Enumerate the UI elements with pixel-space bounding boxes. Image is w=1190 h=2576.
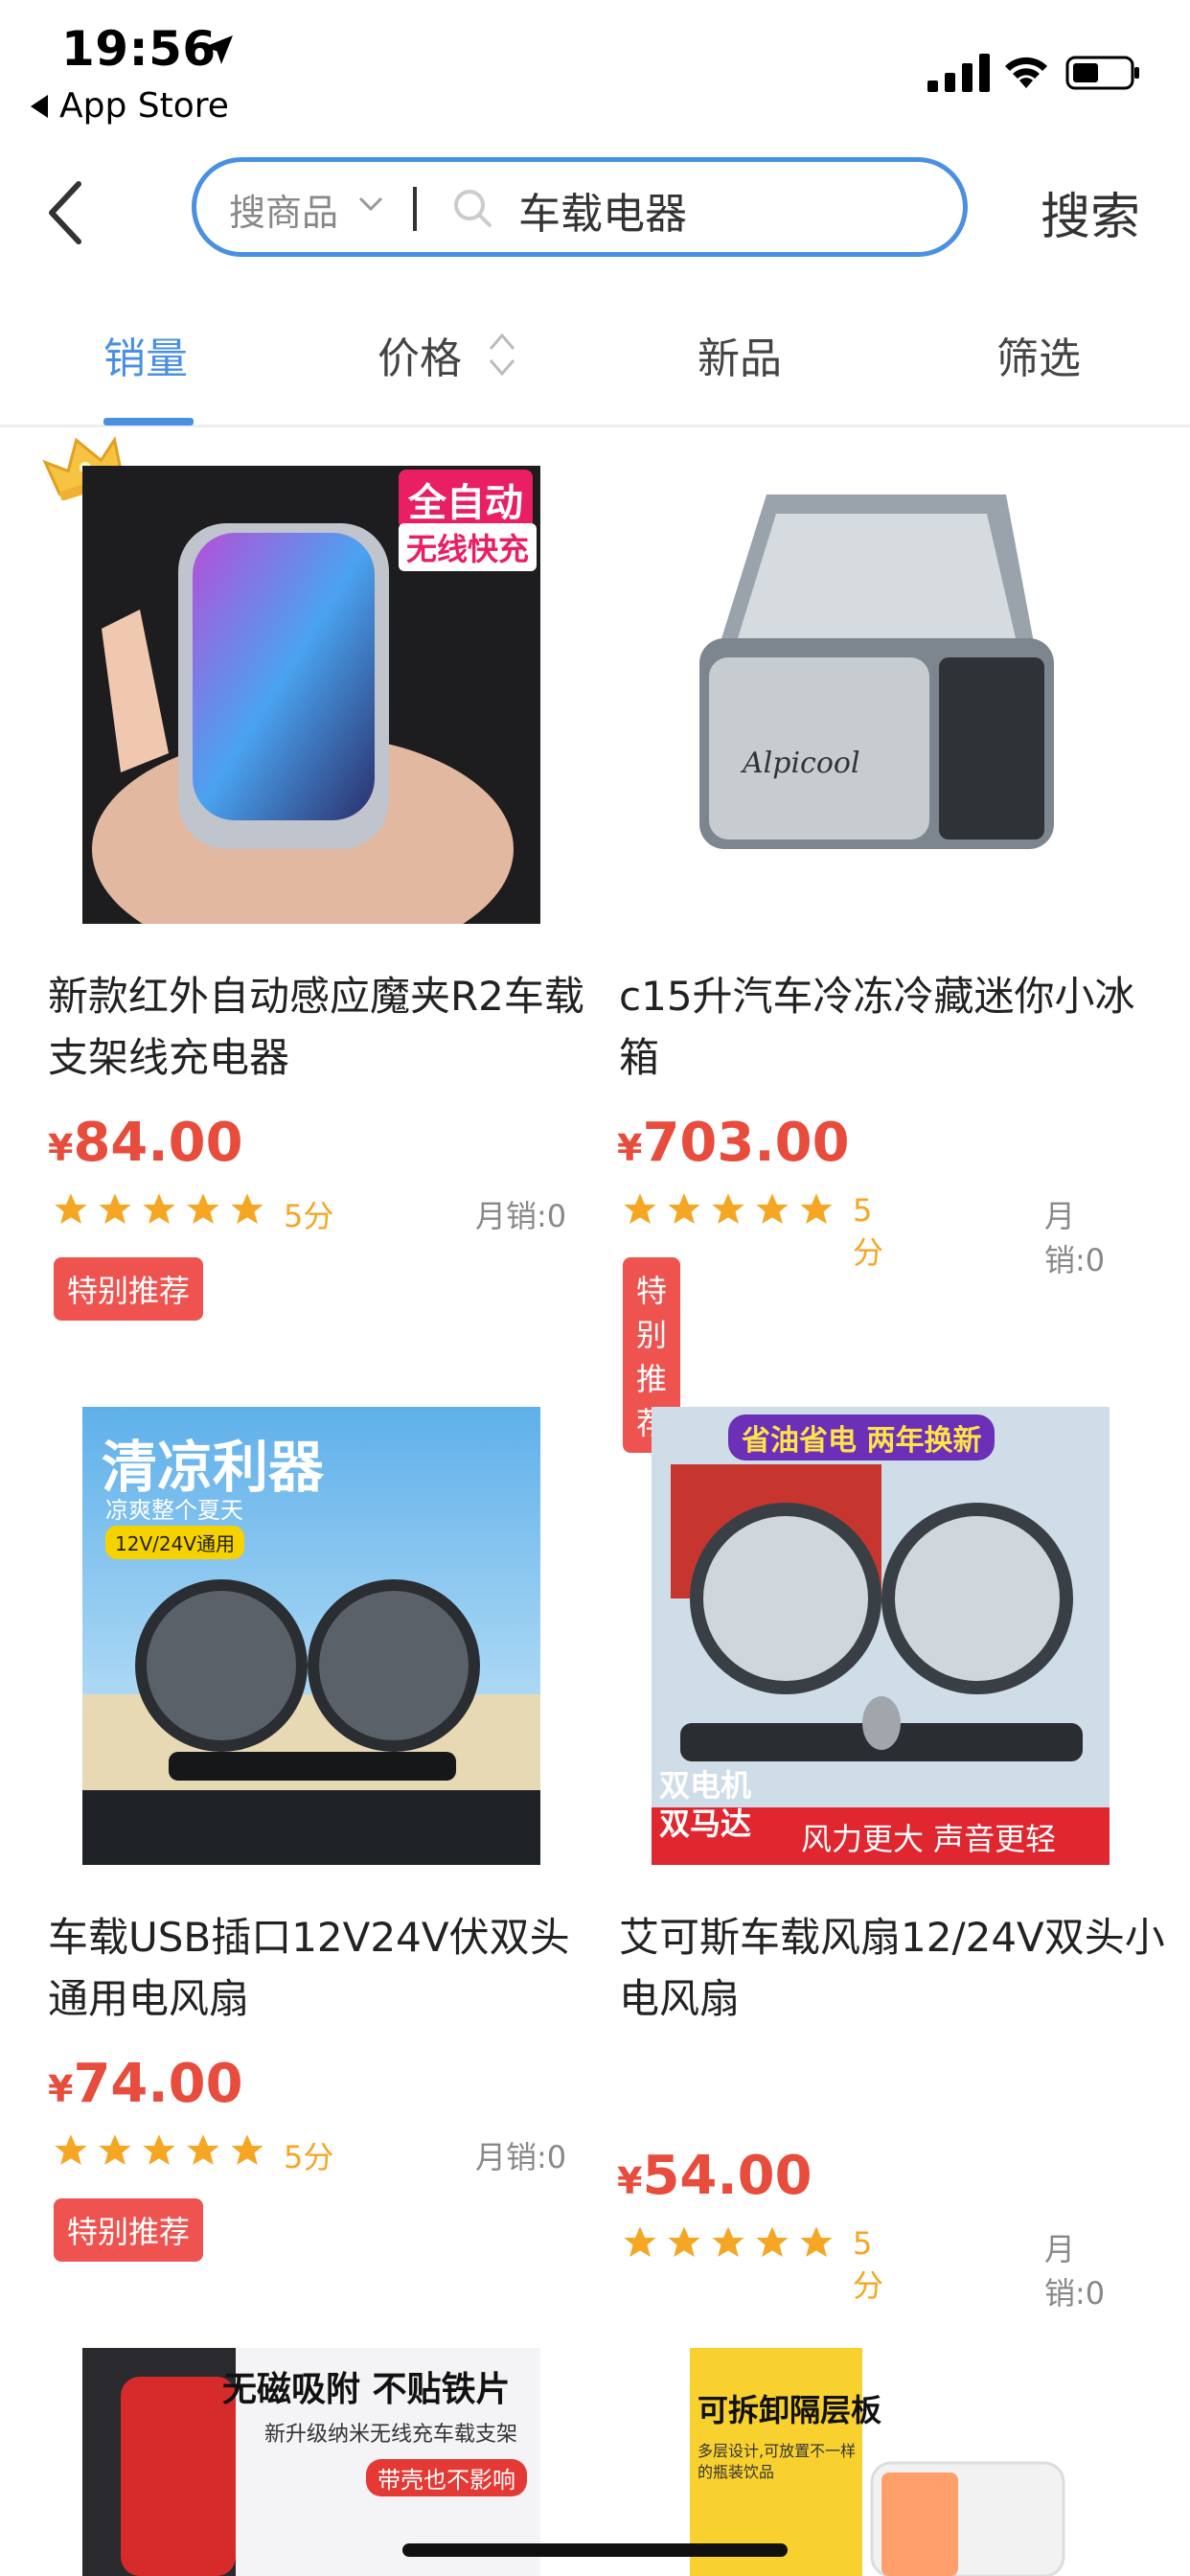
tab-filter[interactable]: 筛选 <box>996 324 1081 385</box>
wifi-icon <box>1005 57 1047 88</box>
tab-price[interactable]: 价格 <box>378 324 462 385</box>
sort-arrows-icon[interactable] <box>487 328 517 381</box>
star-icon <box>55 1193 87 1224</box>
star-icon <box>800 1193 833 1224</box>
search-box: 搜商品 车载电器 <box>192 157 968 257</box>
image-tag: 可拆卸隔层板 <box>698 2392 882 2428</box>
search-input[interactable]: 车载电器 <box>518 179 687 241</box>
status-bar: 19:56 App Store <box>0 0 1190 134</box>
star-icon <box>756 2226 789 2257</box>
product-title[interactable]: 车载USB插口12V24V伏双头通用电风扇 <box>48 1907 594 2030</box>
status-time: 19:56 <box>61 21 217 77</box>
star-icon <box>756 1193 789 1224</box>
star-icon <box>800 2226 833 2257</box>
monthly-sales: 月销:0 <box>1044 1198 1106 1278</box>
image-tag: 无线快充 <box>399 523 538 571</box>
search-header: 搜商品 车载电器 搜索 <box>0 144 1190 268</box>
star-icon <box>231 2134 263 2165</box>
product-price: ¥84.00 <box>48 1112 243 1174</box>
product-image[interactable]: 可拆卸隔层板 多层设计,可放置不一样 的瓶装饮品 <box>690 2348 1148 2576</box>
product-price: ¥74.00 <box>48 2053 243 2115</box>
star-icon <box>712 1193 744 1224</box>
recommend-badge: 特别推荐 <box>54 1257 204 1321</box>
star-icon <box>143 1193 175 1224</box>
search-icon <box>454 190 492 227</box>
product-price: ¥54.00 <box>617 2145 812 2207</box>
star-icon <box>624 2226 656 2257</box>
image-tag: 双马达 <box>659 1806 752 1842</box>
rating-score: 5分 <box>853 1192 884 1271</box>
rating-stars <box>52 2131 266 2170</box>
rating-score: 5分 <box>284 1198 334 1234</box>
back-app-label: App Store <box>59 86 229 126</box>
search-scope-label[interactable]: 搜商品 <box>229 183 338 236</box>
tab-new[interactable]: 新品 <box>698 324 782 385</box>
image-tag: 全自动 <box>399 470 533 529</box>
search-button[interactable]: 搜索 <box>1041 176 1140 248</box>
product-image[interactable]: Alpicool <box>652 466 1110 924</box>
image-tag: 多层设计,可放置不一样 <box>698 2442 857 2460</box>
home-indicator[interactable] <box>402 2543 788 2557</box>
rating-score: 5分 <box>284 2139 334 2175</box>
star-icon <box>624 1193 656 1224</box>
search-divider <box>413 187 417 231</box>
product-title[interactable]: c15升汽车冷冻冷藏迷你小冰箱 <box>619 966 1165 1089</box>
brand-text: Alpicool <box>740 747 860 780</box>
monthly-sales: 月销:0 <box>475 2139 567 2175</box>
star-icon <box>187 2134 219 2165</box>
product-title[interactable]: 艾可斯车载风扇12/24V双头小电风扇 <box>619 1907 1165 2030</box>
image-tag: 风力更大 声音更轻 <box>801 1821 1057 1857</box>
product-title[interactable]: 新款红外自动感应魔夹R2车载支架线充电器 <box>48 966 594 1089</box>
image-tag: 凉爽整个夏天 <box>105 1497 243 1524</box>
recommend-badge: 特别推荐 <box>54 2198 204 2262</box>
image-tag: 省油省电 两年换新 <box>728 1414 995 1460</box>
product-image[interactable]: 无磁吸附 不贴铁片 新升级纳米无线充车载支架 带壳也不影响 <box>82 2348 540 2576</box>
rating-stars <box>621 1190 835 1229</box>
rating-stars <box>621 2223 835 2262</box>
image-tag: 新升级纳米无线充车载支架 <box>264 2423 518 2447</box>
star-icon <box>99 1193 131 1224</box>
rating-stars <box>52 1190 266 1229</box>
image-tag: 的瓶装饮品 <box>698 2463 775 2481</box>
star-icon <box>668 1193 700 1224</box>
chevron-down-icon[interactable] <box>357 195 384 214</box>
product-image[interactable]: 清凉利器 凉爽整个夏天 12V/24V通用 <box>82 1407 540 1865</box>
active-tab-indicator <box>103 418 194 426</box>
back-chevron-icon[interactable] <box>38 174 96 251</box>
product-price: ¥703.00 <box>617 1112 850 1174</box>
back-triangle-icon <box>31 94 48 118</box>
star-icon <box>55 2134 87 2165</box>
monthly-sales: 月销:0 <box>1044 2231 1106 2312</box>
product-image[interactable]: 省油省电 两年换新 双电机 双马达 风力更大 声音更轻 <box>652 1407 1110 1865</box>
product-image[interactable]: 全自动 无线快充 <box>82 466 540 924</box>
sort-tabs: 销量 价格 新品 筛选 <box>0 288 1190 427</box>
cellular-signal-icon <box>927 54 990 92</box>
image-tag: 带壳也不影响 <box>366 2459 527 2496</box>
star-icon <box>712 2226 744 2257</box>
star-icon <box>143 2134 175 2165</box>
star-icon <box>99 2134 131 2165</box>
tab-sales[interactable]: 销量 <box>103 324 188 385</box>
star-icon <box>231 1193 263 1224</box>
star-icon <box>668 2226 700 2257</box>
battery-icon <box>1065 56 1139 90</box>
rating-score: 5分 <box>853 2225 884 2304</box>
image-tag: 12V/24V通用 <box>105 1526 244 1559</box>
image-tag: 无磁吸附 不贴铁片 <box>222 2370 511 2409</box>
star-icon <box>187 1193 219 1224</box>
location-arrow-icon <box>204 35 233 64</box>
monthly-sales: 月销:0 <box>475 1198 567 1234</box>
back-to-app-store[interactable]: App Store <box>31 86 229 126</box>
